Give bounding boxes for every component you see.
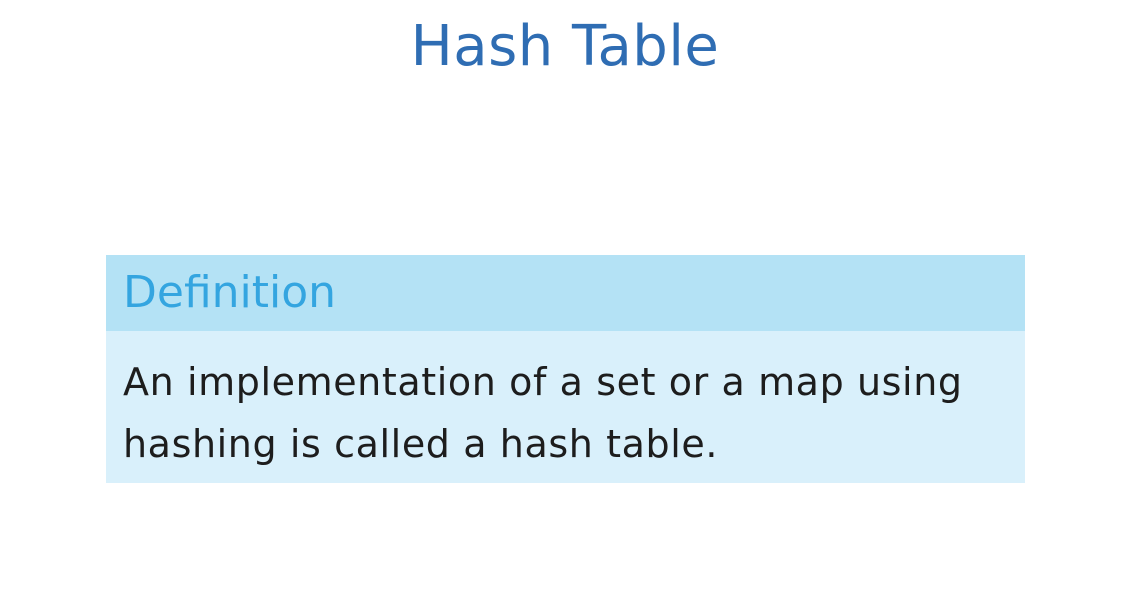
definition-heading: Definition	[123, 267, 337, 318]
definition-text: An implementation of a set or a map usin…	[123, 360, 963, 466]
definition-block: Definition An implementation of a set or…	[106, 255, 1025, 483]
definition-header: Definition	[106, 255, 1025, 331]
definition-body: An implementation of a set or a map usin…	[106, 331, 1025, 483]
slide-title: Hash Table	[410, 14, 720, 79]
